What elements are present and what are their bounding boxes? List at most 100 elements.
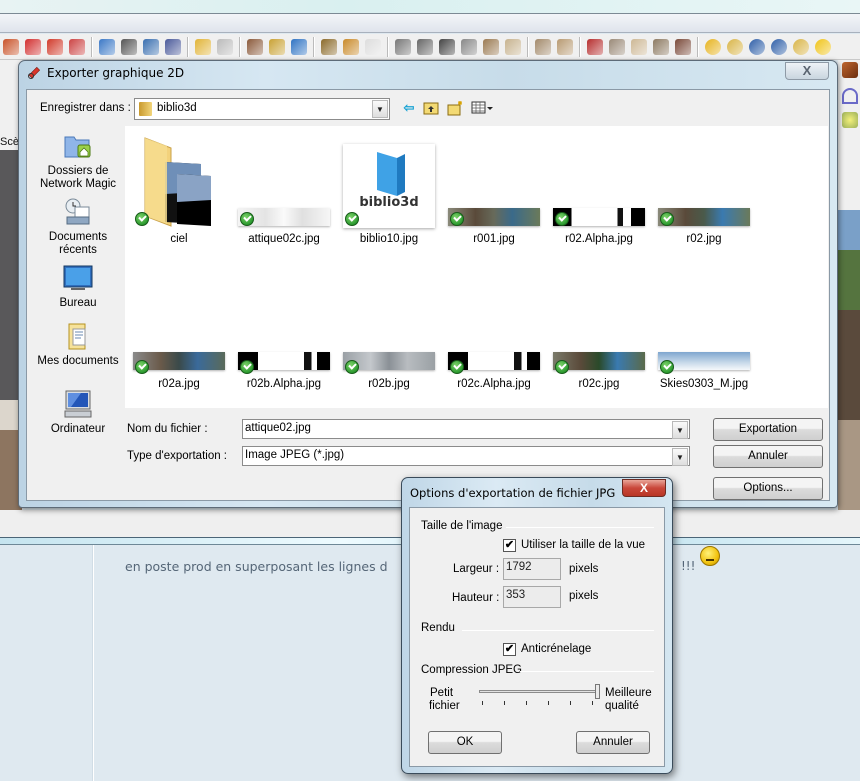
computer-icon [63,389,93,419]
save-in-dropdown[interactable]: biblio3d ▼ [134,98,390,120]
iso-view-icon[interactable] [395,38,411,55]
place-label: Documents récents [48,231,108,256]
file-name: biblio10.jpg [359,233,419,245]
width-input[interactable]: 1792 [503,558,561,580]
filename-value: attique02.jpg [245,422,311,434]
push-pull-icon[interactable] [3,38,19,55]
zoom-extents-icon[interactable] [165,38,181,55]
antialias-checkbox[interactable]: ✔ [503,643,516,656]
place-recent-documents[interactable]: Documents récents [34,197,122,257]
sandbox-from-scratch-icon[interactable] [557,38,573,55]
height-input[interactable]: 353 [503,586,561,608]
ok-button[interactable]: OK [428,731,502,754]
back-arrow-icon[interactable]: ⇦ [401,100,417,116]
rotate-icon[interactable] [47,38,63,55]
left-view-icon[interactable] [505,38,521,55]
toggle-terrain-icon[interactable] [269,38,285,55]
folder-item[interactable]: ciel [127,126,231,266]
stamp-icon[interactable] [609,38,625,55]
share-model-icon[interactable] [217,38,233,55]
toolbar-separator [239,36,241,57]
chevron-down-icon[interactable]: ▼ [672,421,688,439]
google-earth-icon[interactable] [291,38,307,55]
slider-tick [592,701,593,705]
file-item[interactable]: r001.jpg [442,126,546,266]
scenes-tab[interactable]: Scè [0,136,19,148]
export-type-dropdown[interactable]: Image JPEG (*.jpg) ▼ [242,446,690,466]
chevron-down-icon[interactable]: ▼ [372,100,388,118]
file-item[interactable]: attique02c.jpg [232,126,336,266]
share-component-icon[interactable] [343,38,359,55]
component-box-icon[interactable] [842,62,858,78]
flip-edge-icon[interactable] [675,38,691,55]
get-component-icon[interactable] [321,38,337,55]
file-item[interactable]: r02c.jpg [547,274,651,414]
place-computer[interactable]: Ordinateur [34,389,122,436]
file-item[interactable]: biblio3d biblio10.jpg [337,126,441,266]
file-name: r02a.jpg [158,378,200,390]
compression-slider-thumb[interactable] [595,684,600,699]
get-models-icon[interactable] [195,38,211,55]
options-button[interactable]: Options... [713,477,823,500]
use-view-size-checkbox[interactable]: ✔ [503,539,516,552]
file-item[interactable]: Skies0303_M.jpg [652,274,756,414]
cancel-button[interactable]: Annuler [576,731,650,754]
add-detail-icon[interactable] [653,38,669,55]
smoove-icon[interactable] [587,38,603,55]
help-icon[interactable] [771,38,787,55]
forum-post-exclaim: !!! [681,559,696,573]
up-folder-icon[interactable] [423,100,439,116]
compression-slider-track[interactable] [479,690,597,693]
follow-me-icon[interactable] [842,112,858,128]
sync-check-icon [450,212,464,226]
window-top-band [0,0,860,13]
close-button[interactable]: X [622,479,666,497]
folder-icon [143,134,213,232]
plugin-tag2-icon[interactable] [793,38,809,55]
place-network-magic[interactable]: Dossiers de Network Magic [34,131,122,191]
dialog-body: Enregistrer dans : biblio3d ▼ ⇦ Dossiers… [26,89,830,501]
file-item[interactable]: r02a.jpg [127,274,231,414]
sandbox-from-contours-icon[interactable] [535,38,551,55]
back-view-icon[interactable] [483,38,499,55]
arc-tool-icon[interactable] [842,88,858,104]
move-icon[interactable] [25,38,41,55]
place-desktop[interactable]: Bureau [34,263,122,310]
angry-smiley-icon [700,546,720,566]
file-name: r02c.jpg [578,378,620,390]
file-item[interactable]: r02.jpg [652,126,756,266]
right-view-icon[interactable] [461,38,477,55]
close-icon: X [802,63,812,78]
cancel-button[interactable]: Annuler [713,445,823,468]
file-item[interactable]: r02c.Alpha.jpg [442,274,546,414]
group-divider [462,630,654,631]
export-button[interactable]: Exportation [713,418,823,441]
slider-tick [482,701,483,705]
new-folder-icon[interactable] [447,100,463,116]
orbit-icon[interactable] [99,38,115,55]
place-my-documents[interactable]: Mes documents [34,321,122,368]
filename-input[interactable]: attique02.jpg ▼ [242,419,690,439]
top-view-icon[interactable] [417,38,433,55]
offset-icon[interactable] [69,38,85,55]
zoom-icon[interactable] [143,38,159,55]
warehouse-icon[interactable] [365,38,381,55]
view-menu-icon[interactable] [471,100,495,116]
front-view-icon[interactable] [439,38,455,55]
chevron-down-icon[interactable]: ▼ [672,448,688,466]
file-item[interactable]: r02b.Alpha.jpg [232,274,336,414]
file-item[interactable]: r02b.jpg [337,274,441,414]
place-label: Bureau [59,297,97,309]
dialog-title: Exporter graphique 2D [47,66,185,80]
sphere-icon[interactable] [815,38,831,55]
close-button[interactable]: X [785,62,829,80]
plugin-tag-icon[interactable] [727,38,743,55]
add-location-icon[interactable] [247,38,263,55]
pan-icon[interactable] [121,38,137,55]
drape-icon[interactable] [631,38,647,55]
plugin-m-icon[interactable] [705,38,721,55]
plugin-r-icon[interactable] [749,38,765,55]
small-file-label-1: Petit [430,687,454,699]
sync-check-icon [345,360,359,374]
file-item[interactable]: r02.Alpha.jpg [547,126,651,266]
